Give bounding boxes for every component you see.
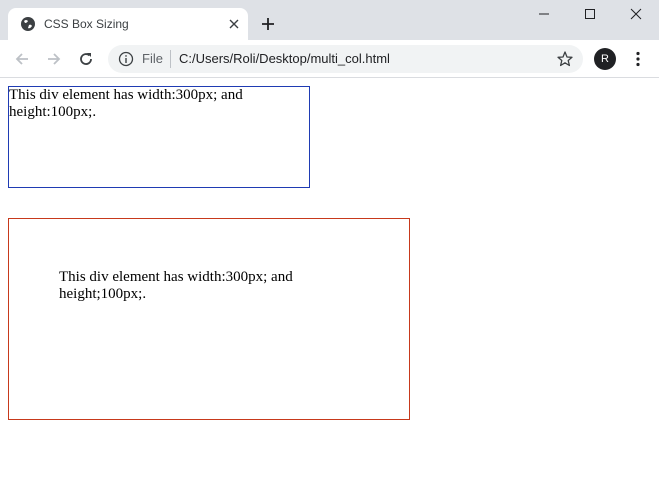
info-icon[interactable] (118, 51, 134, 67)
address-bar[interactable]: File C:/Users/Roli/Desktop/multi_col.htm… (108, 45, 583, 73)
star-icon[interactable] (556, 50, 574, 68)
omnibox-divider (170, 50, 171, 68)
page-viewport: This div element has width:300px; and he… (0, 79, 659, 480)
plus-icon[interactable] (256, 12, 280, 36)
tab-title: CSS Box Sizing (44, 17, 129, 31)
kebab-menu-icon[interactable] (626, 45, 650, 73)
back-arrow-icon[interactable] (8, 45, 36, 73)
maximize-icon[interactable] (567, 0, 613, 28)
box-1: This div element has width:300px; and he… (8, 86, 310, 188)
close-icon[interactable] (224, 14, 244, 34)
forward-arrow-icon[interactable] (40, 45, 68, 73)
browser-toolbar: File C:/Users/Roli/Desktop/multi_col.htm… (0, 40, 659, 78)
scheme-label: File (142, 51, 163, 66)
window-close-icon[interactable] (613, 0, 659, 28)
url-text[interactable]: C:/Users/Roli/Desktop/multi_col.html (179, 51, 390, 67)
box-1-text: This div element has width:300px; and he… (9, 87, 243, 120)
browser-tab[interactable]: CSS Box Sizing (8, 8, 248, 40)
minimize-icon[interactable] (521, 0, 567, 28)
tab-strip: CSS Box Sizing (0, 0, 659, 40)
globe-icon (20, 16, 36, 32)
reload-icon[interactable] (72, 45, 100, 73)
avatar[interactable]: R (594, 48, 616, 70)
box-2-text: This div element has width:300px; and he… (59, 269, 293, 302)
box-2: This div element has width:300px; and he… (8, 218, 410, 420)
